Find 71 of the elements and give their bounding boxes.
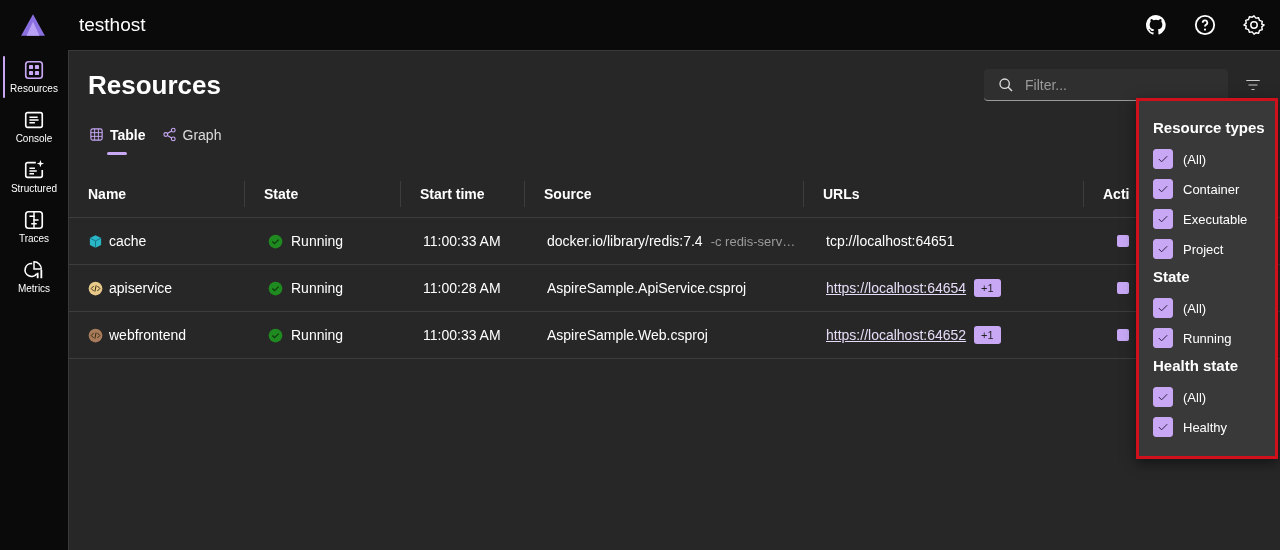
filter-checkbox[interactable]: Healthy <box>1153 412 1267 442</box>
view-tab[interactable]: Table <box>89 127 146 155</box>
check-circle-icon <box>268 280 283 296</box>
filter-checkbox[interactable]: (All) <box>1153 293 1267 323</box>
view-tab[interactable]: Graph <box>161 127 222 155</box>
filter-checkbox[interactable]: Container <box>1153 174 1267 204</box>
help-icon[interactable] <box>1194 14 1216 36</box>
more-urls-button[interactable]: +1 <box>974 326 1001 344</box>
filter-group-title: Resource types <box>1153 119 1266 136</box>
checkbox[interactable] <box>1153 387 1173 407</box>
state-text: Running <box>291 280 344 296</box>
column-header: Start time <box>420 186 485 202</box>
nav-item[interactable]: Console <box>0 104 68 148</box>
nav-item[interactable]: Traces <box>0 204 68 248</box>
cube-icon <box>88 233 103 249</box>
column-header: Source <box>544 186 592 202</box>
action-icon[interactable] <box>1117 329 1129 341</box>
logo-icon <box>20 12 46 38</box>
action-icon[interactable] <box>1117 235 1129 247</box>
url-text: tcp://localhost:64651 <box>826 233 955 249</box>
chart-icon <box>23 258 45 281</box>
check-circle-icon <box>268 233 283 249</box>
nav-item[interactable]: Metrics <box>0 254 68 298</box>
checkbox[interactable] <box>1153 179 1173 199</box>
url-link[interactable]: https://localhost:64652 <box>826 327 967 343</box>
resource-name: apiservice <box>109 280 173 296</box>
column-header: Name <box>88 186 127 202</box>
grid-icon <box>23 58 45 81</box>
filter-checkbox[interactable]: (All) <box>1153 144 1267 174</box>
source-text: AspireSample.ApiService.csproj <box>547 280 747 296</box>
start-time: 11:00:33 AM <box>423 233 501 249</box>
filter-group-title: State <box>1153 268 1191 285</box>
checkbox[interactable] <box>1153 328 1173 348</box>
checkbox[interactable] <box>1153 239 1173 259</box>
filter-field[interactable]: Filter... <box>984 69 1228 101</box>
checkbox[interactable] <box>1153 417 1173 437</box>
app-title: testhost <box>79 14 146 36</box>
state-text: Running <box>291 233 344 249</box>
share-icon <box>161 127 177 142</box>
checkbox[interactable] <box>1153 298 1173 318</box>
document-icon <box>23 158 45 181</box>
state-text: Running <box>291 327 344 343</box>
check-circle-icon <box>268 327 283 343</box>
column-header: URLs <box>823 186 860 202</box>
nav-item[interactable]: Resources <box>0 54 68 98</box>
timeline-icon <box>23 208 45 231</box>
start-time: 11:00:33 AM <box>423 327 501 343</box>
url-link[interactable]: https://localhost:64654 <box>826 280 967 296</box>
github-icon[interactable] <box>1145 14 1167 36</box>
table-icon <box>89 127 104 142</box>
resource-name: webfrontend <box>109 327 187 343</box>
column-header: State <box>264 186 299 202</box>
checkbox[interactable] <box>1153 209 1173 229</box>
filter-checkbox[interactable]: Executable <box>1153 204 1267 234</box>
more-urls-button[interactable]: +1 <box>974 279 1001 297</box>
source-text: docker.io/library/redis:7.4 <box>547 233 703 249</box>
action-icon[interactable] <box>1117 282 1129 294</box>
nav-item[interactable]: Structured <box>0 154 68 198</box>
settings-icon[interactable] <box>1243 14 1265 36</box>
filter-checkbox[interactable]: Running <box>1153 323 1267 353</box>
filter-checkbox[interactable]: Project <box>1153 234 1267 264</box>
checkbox[interactable] <box>1153 149 1173 169</box>
source-args: -c redis-serv… <box>710 233 796 249</box>
page-title: Resources <box>88 69 221 101</box>
start-time: 11:00:28 AM <box>423 280 501 296</box>
column-header: Acti <box>1103 186 1130 202</box>
filter-checkbox[interactable]: (All) <box>1153 382 1267 412</box>
search-icon <box>998 77 1014 93</box>
resource-name: cache <box>109 233 147 249</box>
filter-group-title: Health state <box>1153 357 1240 374</box>
source-text: AspireSample.Web.csproj <box>547 327 708 343</box>
